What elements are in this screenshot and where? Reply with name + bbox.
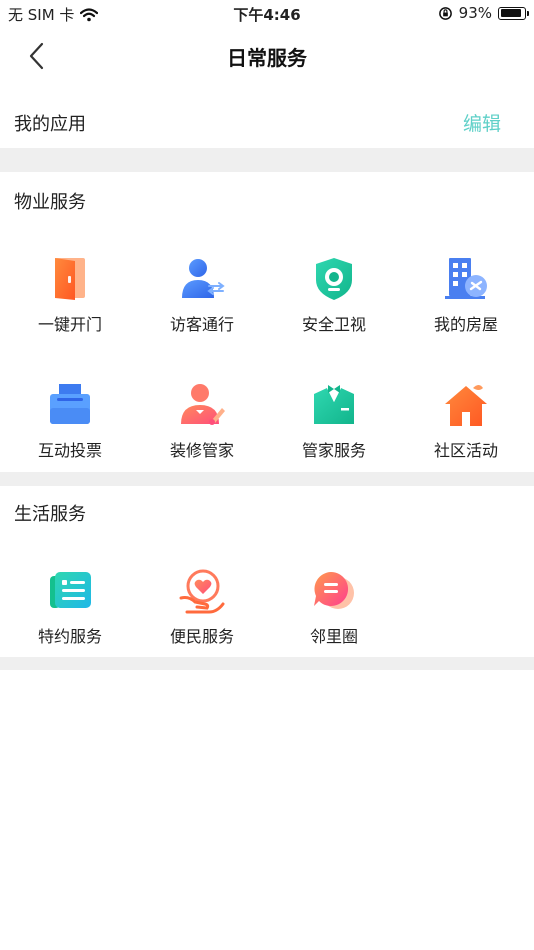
app-special-service[interactable]: 特约服务	[4, 568, 136, 668]
app-community-activity[interactable]: 社区活动	[400, 382, 532, 482]
app-label: 社区活动	[433, 441, 498, 460]
chevron-left-icon	[29, 42, 44, 70]
status-bar: 无 SIM 卡 下午4:46 93%	[0, 0, 534, 28]
camera-icon	[316, 258, 352, 300]
app-label: 装修管家	[169, 441, 234, 460]
app-convenience-service[interactable]: 便民服务	[136, 568, 268, 668]
back-button[interactable]	[18, 38, 54, 74]
battery-icon	[498, 6, 529, 20]
section-divider	[0, 148, 534, 172]
building-icon	[445, 258, 487, 299]
battery-nub	[527, 10, 529, 16]
butler-icon	[314, 385, 354, 424]
app-label: 特约服务	[37, 627, 102, 646]
my-apps-header: 我的应用 编辑	[0, 96, 534, 148]
heart-hand-icon	[179, 569, 225, 614]
property-services-title: 物业服务	[14, 192, 86, 213]
battery-percent: 93%	[458, 4, 492, 22]
app-camera[interactable]: 安全卫视	[268, 256, 400, 356]
app-decoration[interactable]: 装修管家	[136, 382, 268, 482]
app-voting[interactable]: 互动投票	[4, 382, 136, 482]
ballot-box-icon	[50, 384, 90, 424]
section-divider	[0, 472, 534, 486]
app-label: 便民服务	[169, 627, 234, 646]
rotation-lock-icon	[438, 6, 452, 20]
door-icon	[55, 258, 85, 300]
chat-icon	[314, 571, 354, 609]
app-my-house[interactable]: 我的房屋	[400, 256, 532, 356]
house-icon	[445, 385, 487, 426]
navigation-bar: 日常服务	[0, 28, 534, 84]
app-label: 安全卫视	[301, 315, 366, 334]
my-apps-title: 我的应用	[14, 114, 86, 135]
app-label: 我的房屋	[433, 315, 498, 334]
app-door[interactable]: 一键开门	[4, 256, 136, 356]
app-visitor[interactable]: 访客通行	[136, 256, 268, 356]
visitor-icon	[182, 259, 225, 298]
app-butler[interactable]: 管家服务	[268, 382, 400, 482]
app-label: 管家服务	[301, 441, 366, 460]
app-label: 一键开门	[37, 315, 102, 334]
edit-button[interactable]: 编辑	[463, 109, 501, 136]
app-neighborhood[interactable]: 邻里圈	[268, 568, 400, 668]
app-label: 访客通行	[169, 315, 234, 334]
app-label: 邻里圈	[309, 627, 358, 646]
status-right: 93%	[438, 4, 529, 22]
page-title: 日常服务	[227, 46, 307, 70]
battery-fill	[500, 9, 521, 17]
section-divider	[0, 657, 534, 670]
decorator-icon	[181, 384, 225, 425]
app-label: 互动投票	[37, 441, 102, 460]
life-services-title: 生活服务	[14, 504, 86, 525]
news-icon	[50, 572, 91, 608]
